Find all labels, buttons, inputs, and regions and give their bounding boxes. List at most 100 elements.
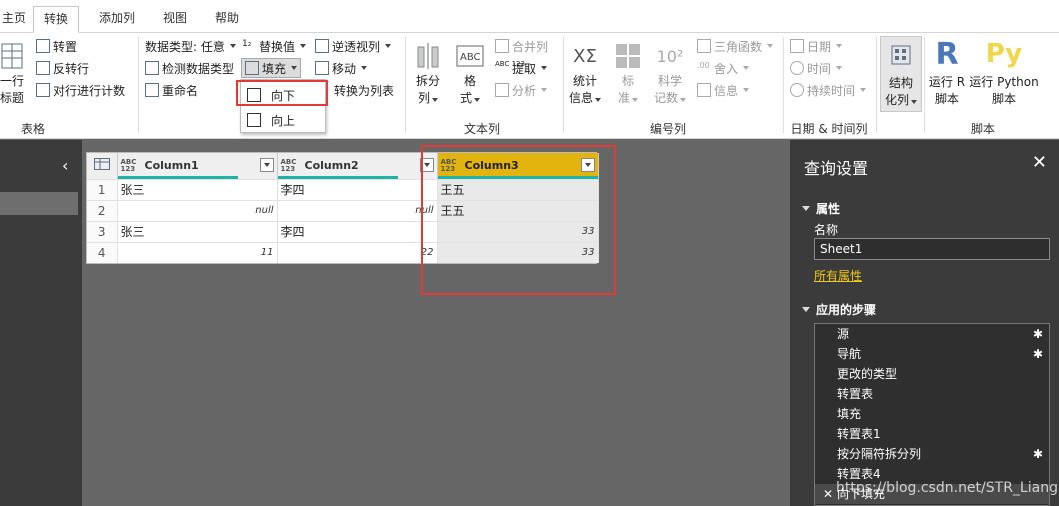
column-header-3[interactable]: ABC 123 Column3	[437, 153, 599, 179]
transpose-button[interactable]: 转置	[36, 36, 77, 56]
table-row: 1 张三 李四 王五	[87, 178, 599, 200]
tab-view[interactable]: 视图	[153, 6, 197, 33]
all-properties-link[interactable]: 所有属性	[814, 267, 862, 284]
applied-step[interactable]: 导航 ✱	[815, 344, 1049, 364]
run-r-script-button[interactable]: R 运行 R 脚本	[926, 36, 968, 108]
group-separator	[924, 37, 925, 133]
replace-values-button[interactable]: 1₂ 替换值	[242, 36, 307, 56]
count-rows-button[interactable]: 对行进行计数	[36, 80, 125, 100]
detect-data-type-button[interactable]: 检测数据类型	[145, 58, 234, 78]
reverse-rows-button[interactable]: 反转行	[36, 58, 89, 78]
gear-icon[interactable]: ✱	[1033, 344, 1043, 364]
table-cell[interactable]: 王五	[437, 178, 599, 200]
queries-pane-collapsed: ‹	[0, 140, 82, 506]
table-cell[interactable]: 22	[277, 241, 438, 263]
column-filter-dropdown[interactable]	[259, 158, 274, 172]
fill-down-menu-item[interactable]: 向下	[243, 83, 323, 107]
structured-column-icon	[881, 37, 921, 73]
query-name-input[interactable]	[814, 238, 1050, 260]
calendar-icon	[790, 39, 804, 53]
table-cell[interactable]: 李四	[277, 220, 438, 242]
parse-button[interactable]: 分析	[495, 80, 548, 100]
reverse-rows-icon	[36, 61, 50, 75]
data-grid: ABC 123 Column1 ABC 123 Column2 ABC 123 Column…	[86, 152, 599, 264]
statistics-button[interactable]: XΣ 统计 信息	[567, 41, 603, 107]
table-cell[interactable]: 王五	[437, 199, 599, 221]
run-python-script-button[interactable]: Py 运行 Python 脚本	[968, 36, 1040, 108]
move-button[interactable]: 移动	[315, 58, 368, 78]
time-button[interactable]: 时间	[790, 58, 843, 78]
scientific-button[interactable]: 10² 科学 记数	[651, 41, 689, 107]
collapse-chevron-icon[interactable]: ‹	[62, 156, 68, 175]
close-icon[interactable]: ✕	[1032, 152, 1047, 173]
convert-to-list-button[interactable]: 转换为列表	[334, 80, 394, 100]
date-button[interactable]: 日期	[790, 36, 843, 56]
table-row: 2 null null 王五	[87, 199, 599, 221]
gear-icon[interactable]: ✱	[1033, 444, 1043, 464]
power-icon: 10²	[656, 46, 684, 66]
fill-up-menu-item[interactable]: 向上	[243, 108, 323, 132]
name-label: 名称	[814, 223, 839, 237]
table-cell[interactable]: null	[277, 199, 438, 221]
structured-column-button[interactable]: 结构 化列	[880, 36, 922, 112]
use-first-row-label-2: 标题	[0, 91, 24, 105]
tab-transform[interactable]: 转换	[33, 6, 80, 33]
applied-step[interactable]: 转置表	[815, 384, 1049, 404]
properties-section-header[interactable]: 属性	[802, 200, 840, 217]
rounding-button[interactable]: .00 舍入	[697, 58, 750, 78]
table-cell[interactable]: 张三	[117, 178, 278, 200]
split-column-button[interactable]: 拆分 列	[410, 41, 446, 107]
applied-steps-list: 源 ✱ 导航 ✱ 更改的类型 转置表 填充 转置表1 按分隔符拆分列 ✱ 转置表4 ✕…	[814, 323, 1050, 506]
ribbon-tab-bar: 主页 转换 添加列 视图 帮助	[0, 0, 1059, 33]
grid-corner-table-icon[interactable]	[87, 153, 118, 179]
table-row: 4 11 22 33	[87, 241, 599, 263]
tab-help[interactable]: 帮助	[205, 6, 249, 33]
selected-query-row[interactable]	[0, 192, 78, 215]
row-number: 3	[87, 220, 118, 242]
information-button[interactable]: 信息	[697, 80, 750, 100]
trigonometry-button[interactable]: 三角函数	[697, 36, 774, 56]
unpivot-columns-button[interactable]: 逆透视列	[315, 36, 392, 56]
extract-abc-icon: ABC 123	[495, 60, 525, 68]
standard-button[interactable]: 标 准	[610, 41, 646, 107]
ribbon: 一行 标题 转置 反转行 对行进行计数 表格 数据类型: 任意 检测数据类型 重…	[0, 33, 1059, 139]
watermark: https://blog.csdn.net/STR_Liang	[836, 480, 1058, 496]
merge-columns-button[interactable]: 合并列	[495, 36, 548, 56]
table-cell[interactable]: 33	[437, 241, 599, 263]
rename-icon	[145, 83, 159, 97]
type-any-icon: ABC 123	[280, 157, 297, 173]
tab-home[interactable]: 主页	[0, 6, 36, 33]
rename-button[interactable]: 重命名	[145, 80, 198, 100]
applied-step[interactable]: 转置表1	[815, 424, 1049, 444]
extract-button[interactable]: ABC 123 提取	[495, 58, 548, 78]
group-label-table: 表格	[20, 122, 45, 136]
applied-step[interactable]: 填充	[815, 404, 1049, 424]
table-cell[interactable]: 李四	[277, 178, 438, 200]
applied-steps-section-header[interactable]: 应用的步骤	[802, 301, 876, 318]
transpose-icon	[36, 39, 50, 53]
fill-button[interactable]: 填充	[241, 58, 302, 78]
tab-add-column[interactable]: 添加列	[89, 6, 145, 33]
delete-step-icon[interactable]: ✕	[823, 484, 833, 504]
table-cell[interactable]: 33	[437, 220, 599, 242]
column-header-2[interactable]: ABC 123 Column2	[277, 153, 438, 179]
rounding-icon: .00	[697, 61, 710, 70]
gear-icon[interactable]: ✱	[1033, 324, 1043, 344]
applied-step[interactable]: 更改的类型	[815, 364, 1049, 384]
table-cell[interactable]: null	[117, 199, 278, 221]
column-filter-dropdown[interactable]	[580, 158, 595, 172]
data-type-dropdown[interactable]: 数据类型: 任意	[145, 36, 236, 56]
applied-step[interactable]: 按分隔符拆分列 ✱	[815, 444, 1049, 464]
column-filter-dropdown[interactable]	[419, 158, 434, 172]
column-header-1[interactable]: ABC 123 Column1	[117, 153, 278, 179]
format-button[interactable]: ABC 格 式	[452, 41, 488, 107]
applied-step[interactable]: 源 ✱	[815, 324, 1049, 344]
table-cell[interactable]: 11	[117, 241, 278, 263]
use-first-row-as-headers-button[interactable]: 一行 标题	[0, 41, 30, 107]
r-logo-icon: R	[935, 36, 959, 72]
duration-button[interactable]: 持续时间	[790, 80, 867, 100]
table-cell[interactable]: 张三	[117, 220, 278, 242]
parse-icon	[495, 83, 509, 97]
group-separator	[876, 37, 877, 133]
split-column-icon	[410, 41, 446, 71]
